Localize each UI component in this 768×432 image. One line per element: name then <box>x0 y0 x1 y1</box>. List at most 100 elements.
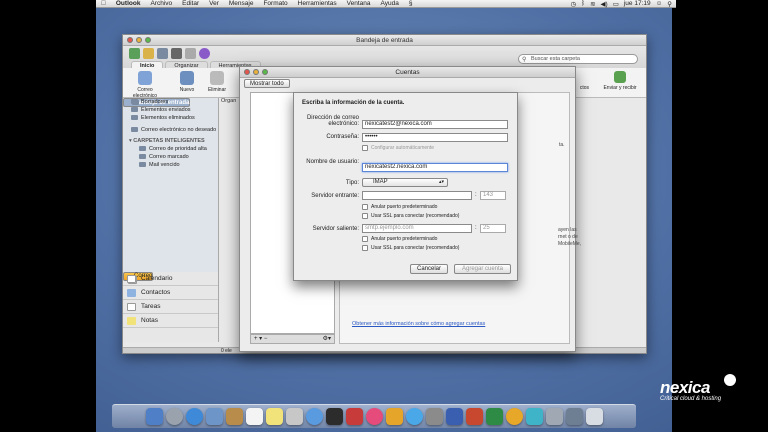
front-row-icon[interactable] <box>325 408 343 425</box>
excel-icon[interactable] <box>485 408 503 425</box>
send-receive-button[interactable]: Enviar y recibir <box>602 71 638 91</box>
system-preferences-icon[interactable] <box>425 408 443 425</box>
clock[interactable]: jue 17:19 <box>624 0 651 7</box>
nav-tasks[interactable]: Tareas <box>123 300 218 314</box>
sync-icon[interactable] <box>129 48 140 59</box>
bluetooth-icon[interactable]: ᛒ <box>581 0 585 7</box>
safari-icon[interactable] <box>185 408 203 425</box>
checkbox-label: Anular puerto predeterminado <box>371 236 438 242</box>
address-book-icon[interactable] <box>225 408 243 425</box>
outgoing-port-field[interactable]: 25 <box>480 224 506 233</box>
username-field[interactable]: nexicatest2.nexica.com <box>362 163 508 172</box>
photo-booth-icon[interactable] <box>345 408 363 425</box>
outgoing-server-field[interactable]: smtp.ejemplo.com <box>362 224 472 233</box>
preview-icon[interactable] <box>285 408 303 425</box>
checkbox-box <box>362 236 368 242</box>
mail-icon[interactable] <box>205 408 223 425</box>
gear-icon[interactable]: ⚙▾ <box>323 335 331 343</box>
show-all-button[interactable]: Mostrar todo <box>244 79 290 88</box>
nav-label: Tareas <box>141 303 161 310</box>
script-menu-icon[interactable]: § <box>404 0 418 7</box>
folder-sent[interactable]: Elementos enviados <box>123 106 218 114</box>
apple-menu-icon[interactable]:  <box>96 0 111 7</box>
smart-folder-flagged[interactable]: Correo marcado <box>123 153 218 161</box>
wifi-icon[interactable]: ≋ <box>590 0 595 8</box>
print-icon[interactable] <box>171 48 182 59</box>
delete-button[interactable]: Eliminar <box>197 71 237 93</box>
close-button[interactable] <box>127 37 133 43</box>
account-type-select[interactable]: IMAP ▴▾ <box>362 178 448 187</box>
powerpoint-icon[interactable] <box>465 408 483 425</box>
incoming-server-field[interactable] <box>362 191 472 200</box>
message-list-header[interactable]: Organ <box>221 98 236 104</box>
more-info-link[interactable]: Obtener más información sobre cómo agreg… <box>352 321 485 327</box>
downloads-stack-icon[interactable] <box>565 408 583 425</box>
user-icon[interactable]: ☺ <box>656 0 663 7</box>
folder-junk[interactable]: Correo electrónico no deseado <box>123 126 218 134</box>
menu-herramientas[interactable]: Herramientas <box>293 0 342 7</box>
menu-archivo[interactable]: Archivo <box>145 0 177 7</box>
menu-mensaje[interactable]: Mensaje <box>224 0 259 7</box>
time-machine-icon[interactable]: ◷ <box>570 0 576 8</box>
nav-notes[interactable]: Notas <box>123 314 218 328</box>
menu-app-name[interactable]: Outlook <box>111 0 146 7</box>
menu-ventana[interactable]: Ventana <box>342 0 376 7</box>
menu-ayuda[interactable]: Ayuda <box>376 0 404 7</box>
stickies-icon[interactable] <box>265 408 283 425</box>
smart-folder-icon <box>139 146 146 151</box>
dashboard-icon[interactable] <box>165 408 183 425</box>
override-port-incoming-checkbox[interactable]: Anular puerto predeterminado <box>362 204 437 210</box>
smart-folders-header[interactable]: ▾ CARPETAS INTELIGENTES <box>123 134 218 145</box>
nav-calendar[interactable]: Calendario <box>123 272 218 286</box>
ssl-outgoing-checkbox[interactable]: Usar SSL para conectar (recomendado) <box>362 245 459 251</box>
smart-folder-high-priority[interactable]: Correo de prioridad alta <box>123 145 218 153</box>
undo-icon[interactable] <box>185 48 196 59</box>
itunes-icon[interactable] <box>365 408 383 425</box>
ibooks-icon[interactable] <box>385 408 403 425</box>
contacts-button-partial[interactable]: ctos <box>580 85 589 91</box>
new-email-button[interactable]: Correo electrónico <box>125 71 165 99</box>
menu-editar[interactable]: Editar <box>177 0 204 7</box>
zoom-button[interactable] <box>262 69 268 75</box>
checkbox-box <box>362 213 368 219</box>
send-receive-icon <box>614 71 626 83</box>
smart-folder-overdue[interactable]: Mail vencido <box>123 161 218 169</box>
search-field[interactable]: ⚲ Buscar esta carpeta <box>518 54 638 64</box>
cancel-button[interactable]: Cancelar <box>410 264 448 274</box>
app-store-icon[interactable] <box>405 408 423 425</box>
help-icon[interactable] <box>199 48 210 59</box>
zoom-button[interactable] <box>145 37 151 43</box>
finder-icon[interactable] <box>145 408 163 425</box>
messenger-icon[interactable] <box>525 408 543 425</box>
folder-drafts[interactable]: Borradores <box>123 98 218 106</box>
outlook-title-bar: Bandeja de entrada <box>123 35 646 46</box>
add-remove-account-buttons[interactable]: + ▾ − <box>254 336 267 342</box>
nav-label: Notas <box>141 317 158 324</box>
minimize-button[interactable] <box>136 37 142 43</box>
new-item-label: Nuevo <box>179 87 195 93</box>
spotlight-icon[interactable]: ⚲ <box>667 0 672 8</box>
ssl-incoming-checkbox[interactable]: Usar SSL para conectar (recomendado) <box>362 213 459 219</box>
auto-config-checkbox[interactable]: Configurar automáticamente <box>362 145 434 151</box>
ical-icon[interactable] <box>245 408 263 425</box>
close-button[interactable] <box>244 69 250 75</box>
utilities-icon[interactable] <box>545 408 563 425</box>
open-folder-icon[interactable] <box>143 48 154 59</box>
nav-contacts[interactable]: Contactos <box>123 286 218 300</box>
incoming-port-field[interactable]: 143 <box>480 191 506 200</box>
folder-deleted[interactable]: Elementos eliminados <box>123 114 218 122</box>
save-icon[interactable] <box>157 48 168 59</box>
override-port-outgoing-checkbox[interactable]: Anular puerto predeterminado <box>362 236 437 242</box>
battery-icon[interactable]: ▭ <box>613 0 619 8</box>
ichat-icon[interactable] <box>305 408 323 425</box>
outlook-icon[interactable] <box>505 408 523 425</box>
email-field[interactable]: nexicatest2@nexica.com <box>362 120 508 129</box>
password-field[interactable]: •••••• <box>362 133 508 142</box>
minimize-button[interactable] <box>253 69 259 75</box>
trash-icon[interactable] <box>585 408 603 425</box>
menu-ver[interactable]: Ver <box>204 0 224 7</box>
menu-formato[interactable]: Formato <box>258 0 292 7</box>
add-account-button[interactable]: Agregar cuenta <box>454 264 511 274</box>
volume-icon[interactable]: ◀) <box>601 0 608 8</box>
word-icon[interactable] <box>445 408 463 425</box>
